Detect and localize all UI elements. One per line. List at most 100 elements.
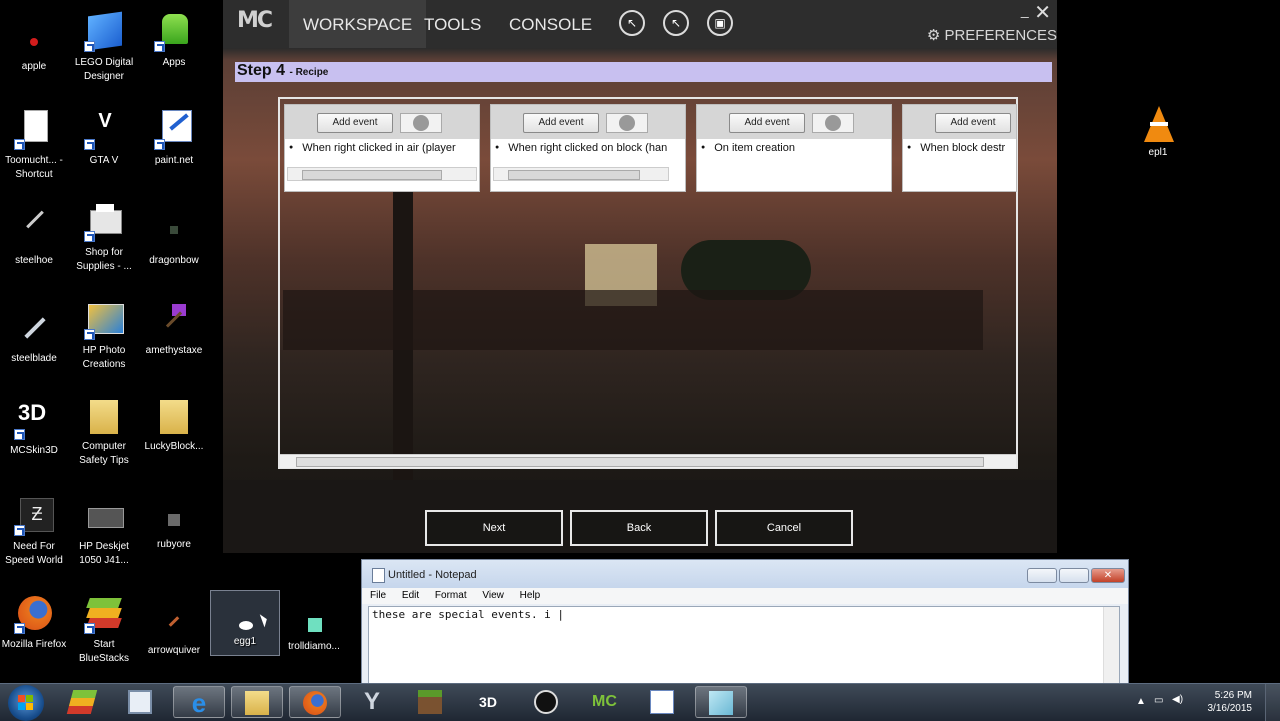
event-item[interactable]: When block destr [907,142,1015,154]
step-header: Step 4 - Recipe [235,62,1052,82]
cancel-button[interactable]: Cancel [715,510,853,546]
desktop-icon-nfsworld[interactable]: Ƶ Need For Speed World [0,496,68,568]
taskbar-obs[interactable] [521,686,573,718]
remove-event-button[interactable] [812,113,854,133]
axe-icon [154,300,194,340]
cursor-play-icon[interactable]: ↖ [663,10,689,36]
desktop-icon-apple[interactable]: apple [0,32,68,74]
apps-icon [154,12,194,52]
tab-workspace[interactable]: WORKSPACE [289,0,427,48]
clock-time: 5:26 PM [1214,690,1252,701]
bluestacks-icon [84,594,124,634]
add-event-button[interactable]: Add event [317,113,393,133]
horizontal-scrollbar[interactable] [493,167,669,181]
taskbar-mcreator[interactable]: MC [579,686,631,718]
desktop-icon-toomucht[interactable]: Toomucht... - Shortcut [0,110,68,182]
menu-format[interactable]: Format [435,590,467,601]
desktop-icon-firefox[interactable]: Mozilla Firefox [0,594,68,652]
folder-icon [84,396,124,436]
taskbar-notepad[interactable] [695,686,747,718]
desktop-icon-lego[interactable]: LEGO Digital Designer [70,11,138,84]
desktop-icon-mcskin3d[interactable]: 3D MCSkin3D [0,400,68,458]
desktop-icon-rubyore[interactable]: rubyore [140,506,208,552]
back-button[interactable]: Back [570,510,708,546]
desktop-icon-arrowquiver[interactable]: arrowquiver [140,606,208,658]
taskbar-firefox[interactable] [289,686,341,718]
event-box: Add event When block destr [902,104,1017,192]
menu-file[interactable]: File [370,590,386,601]
cursor-run-icon[interactable]: ↖ [619,10,645,36]
quiver-icon [154,606,194,646]
apple-icon [14,32,54,72]
menu-view[interactable]: View [482,590,504,601]
desktop-icon-trolldiamond[interactable]: trolldiamo... [280,612,348,654]
volume-icon[interactable]: ◀) [1172,694,1183,705]
horizontal-scrollbar[interactable] [287,167,477,181]
taskbar-bluestacks[interactable] [57,686,109,718]
network-icon[interactable]: ▭ [1154,695,1163,706]
preferences-link[interactable]: ⚙ PREFERENCES [927,26,1057,44]
desktop-icon-hpphoto[interactable]: HP Photo Creations [70,300,138,372]
add-event-button[interactable]: Add event [935,113,1011,133]
event-item[interactable]: When right clicked in air (player [289,142,455,154]
export-icon[interactable]: ▣ [707,10,733,36]
taskbar-app-y[interactable]: Y [347,686,399,718]
gear-icon: ⚙ [926,27,941,44]
taskbar-app-window[interactable] [115,686,167,718]
document-icon [14,110,54,150]
notepad-window: Untitled - Notepad ✕ File Edit Format Vi… [361,559,1129,685]
taskbar-minecraft[interactable] [405,686,457,718]
event-item[interactable]: When right clicked on block (han [495,142,667,154]
vertical-scrollbar[interactable] [1103,607,1119,683]
nfs-icon: Ƶ [14,496,54,536]
desktop-icon-safetytips[interactable]: Computer Safety Tips [70,396,138,468]
desktop-icon-epl1[interactable]: epl1 [1124,102,1192,160]
event-item[interactable]: On item creation [701,142,795,154]
notepad-icon [372,568,385,583]
desktop-icon-paintnet[interactable]: paint.net [140,110,208,168]
menu-edit[interactable]: Edit [402,590,419,601]
notepad-titlebar[interactable]: Untitled - Notepad ✕ [362,560,1128,588]
add-event-button[interactable]: Add event [729,113,805,133]
tab-console[interactable]: CONSOLE [495,0,606,48]
tab-tools[interactable]: TOOLS [410,0,495,48]
desktop-icon-dragonbow[interactable]: dragonbow [140,210,208,268]
add-event-button[interactable]: Add event [523,113,599,133]
desktop-icon-amethystaxe[interactable]: amethystaxe [140,300,208,358]
notepad-text-area[interactable]: these are special events. i | [368,606,1120,684]
panel-horizontal-scrollbar[interactable] [280,454,1016,468]
scrollbar-thumb[interactable] [296,457,984,467]
event-box: Add event On item creation [696,104,892,192]
desktop-icon-steelblade[interactable]: steelblade [0,308,68,366]
taskbar-internet-explorer[interactable]: e [173,686,225,718]
maximize-button[interactable] [1059,568,1089,583]
desktop-icon-gtav[interactable]: V GTA V [70,110,138,168]
sword-icon [14,308,54,348]
taskbar-paintnet[interactable] [637,686,689,718]
close-button[interactable]: ✕ [1091,568,1125,583]
desktop-icon-steelhoe[interactable]: steelhoe [0,210,68,268]
minimize-icon[interactable]: _ [1021,2,1029,18]
remove-event-button[interactable] [400,113,442,133]
close-icon[interactable]: ✕ [1034,2,1051,24]
next-button[interactable]: Next [425,510,563,546]
desktop-icon-bluestacks[interactable]: Start BlueStacks [70,594,138,666]
folder-icon [154,396,194,436]
remove-event-button[interactable] [606,113,648,133]
start-button[interactable] [8,685,44,721]
menu-help[interactable]: Help [520,590,541,601]
minimize-button[interactable] [1027,568,1057,583]
desktop-icon-apps[interactable]: Apps [140,12,208,70]
show-hidden-icons[interactable]: ▲ [1136,696,1146,707]
event-box: Add event When right clicked on block (h… [490,104,686,192]
taskbar-explorer[interactable] [231,686,283,718]
desktop-icon-egg1[interactable]: egg1 [210,590,280,656]
desktop-icon-luckyblock[interactable]: LuckyBlock... [140,396,208,454]
printer-icon [84,202,124,242]
lego-icon [84,11,124,52]
clock[interactable]: 5:26 PM 3/16/2015 [1208,689,1253,715]
desktop-icon-hpdeskjet[interactable]: HP Deskjet 1050 J41... [70,496,138,568]
taskbar-mcskin3d[interactable]: 3D [463,686,515,718]
show-desktop-button[interactable] [1265,684,1280,721]
desktop-icon-shop[interactable]: Shop for Supplies - ... [70,202,138,274]
